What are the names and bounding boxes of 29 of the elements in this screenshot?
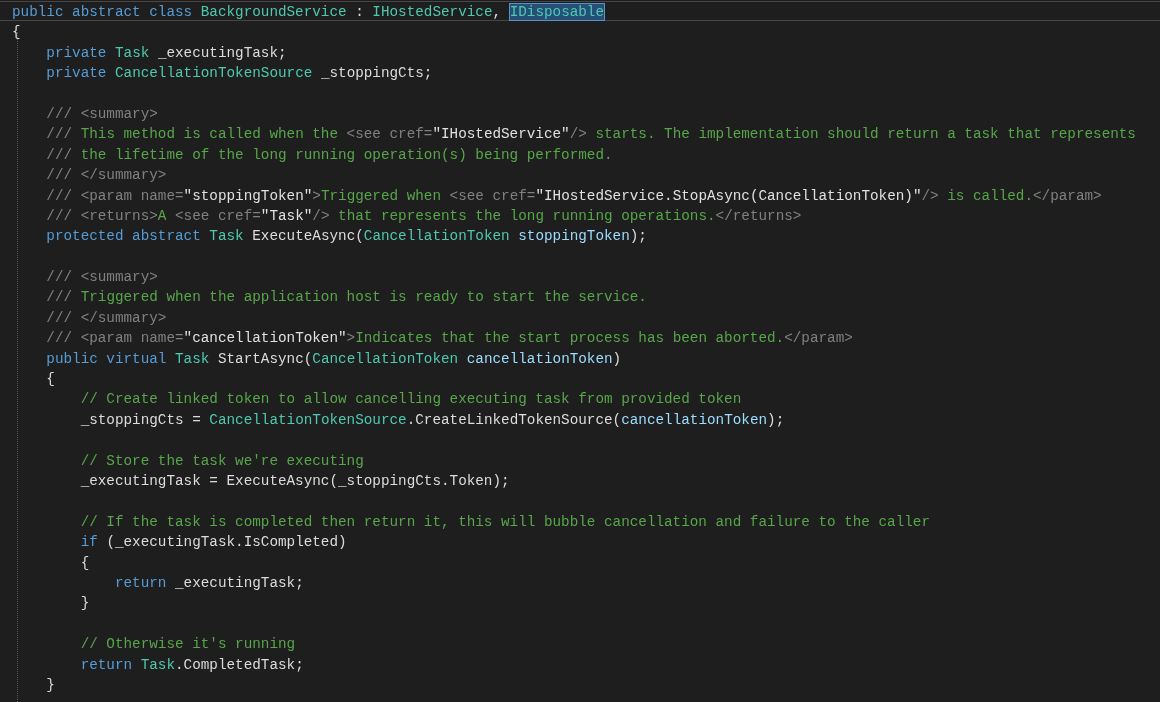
code-line: if (_executingTask.IsCompleted) [79,533,348,552]
code-line: /// </summary> [45,166,168,185]
code-line: } [79,594,91,613]
code-line: /// <param name="cancellationToken">Indicates that the start process has been aborted.</param> [45,329,854,348]
code-line: { [11,23,22,42]
code-line: /// </summary> [45,308,168,328]
code-line: private Task _executingTask; [45,43,288,63]
code-line: // Store the task we're executing [79,451,365,470]
code-line: /// the lifetime of the long running operation(s) being performed. [45,145,614,165]
code-line: public abstract class BackgroundService : IHostedService, IDisposable [0,1,1160,22]
code-line: } [45,675,56,695]
code-line: /// <param name="stoppingToken">Triggered when <see cref="IHostedService.StopAsync(CancellationToken)"/> is called.</param> [45,186,1103,205]
code-line: /// <returns>A <see cref="Task"/> that represents the long running operations.</returns> [45,206,803,226]
code-line: protected abstract Task ExecuteAsync(CancellationToken stoppingToken); [45,227,648,246]
code-line: /// <summary> [45,268,159,287]
code-line: /// This method is called when the <see cref="IHostedService"/> starts. The implementation should return a task that represents [45,125,1137,144]
code-line: /// Triggered when the application host is ready to start the service. [45,288,648,307]
code-line: return Task.CompletedTask; [79,655,305,674]
code-line: _executingTask = ExecuteAsync(_stoppingCts.Token); [79,472,511,491]
code-line: // Otherwise it's running [79,635,297,654]
code-line: // Create linked token to allow cancelling executing task from provided token [79,390,743,409]
code-line: { [45,370,56,389]
code-line: // If the task is completed then return it, this will bubble cancellation and failure to the caller [79,512,931,532]
code-line: { [79,553,91,572]
code-line: /// <summary> [45,104,159,124]
code-line: _stoppingCts = CancellationTokenSource.CreateLinkedTokenSource(cancellationToken); [79,410,786,430]
code-line: public virtual Task StartAsync(CancellationToken cancellationToken) [45,349,623,369]
code-line: private CancellationTokenSource _stoppingCts; [45,64,434,83]
code-line: return _executingTask; [113,573,305,593]
